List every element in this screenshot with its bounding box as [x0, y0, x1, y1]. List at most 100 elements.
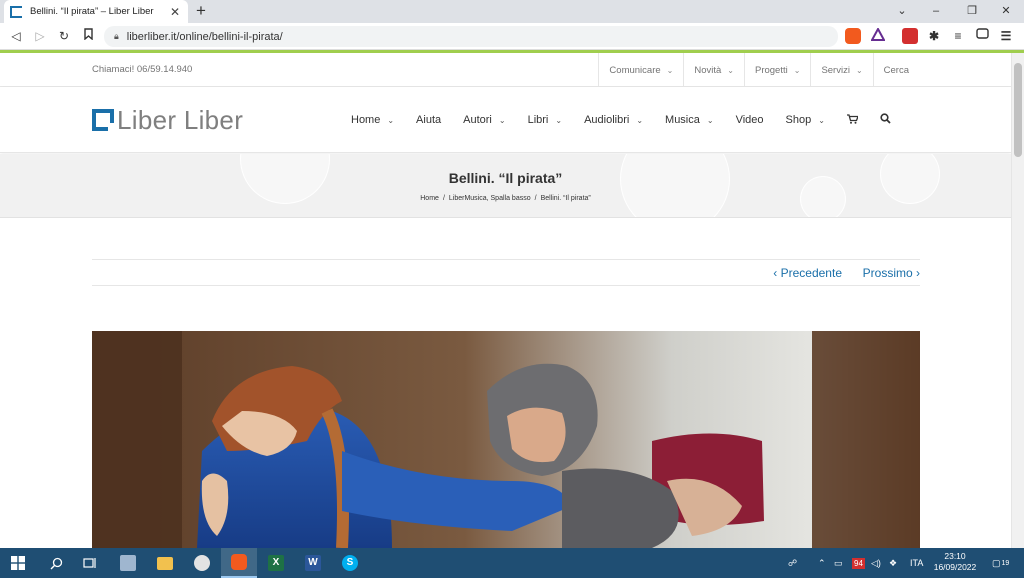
- chevron-down-icon: ⌄: [666, 65, 674, 75]
- browser-window: Bellini. “Il pirata” – Liber Liber ✕ + ⌄…: [0, 0, 1024, 578]
- scrollbar-thumb[interactable]: [1014, 63, 1022, 157]
- page-title: Bellini. “Il pirata”: [448, 170, 563, 186]
- nav-shop[interactable]: Shop ⌄: [775, 114, 836, 126]
- phone-contact: Chiamaci! 06/59.14.940: [92, 64, 193, 75]
- nav-autori[interactable]: Autori ⌄: [452, 114, 516, 126]
- tab-title: Bellini. “Il pirata” – Liber Liber: [30, 6, 154, 17]
- network-icon[interactable]: ▭: [834, 548, 843, 578]
- volume-icon[interactable]: ◁): [871, 548, 881, 578]
- top-link-novita[interactable]: Novità ⌄: [683, 53, 744, 87]
- wallet-icon[interactable]: [974, 28, 990, 44]
- reading-list-icon[interactable]: ≡: [950, 28, 966, 44]
- top-link-cerca[interactable]: Cerca: [872, 53, 919, 87]
- extensions-puzzle-icon[interactable]: ✱: [926, 28, 942, 44]
- tab-search-button[interactable]: ⌄: [886, 0, 918, 23]
- nav-label: Home: [351, 114, 381, 126]
- top-link-servizi[interactable]: Servizi ⌄: [810, 53, 872, 87]
- minimize-button[interactable]: –: [920, 0, 952, 23]
- top-link-progetti[interactable]: Progetti ⌄: [743, 53, 810, 87]
- tab-close-icon[interactable]: ✕: [168, 5, 182, 19]
- people-icon[interactable]: ☍: [788, 548, 797, 578]
- main-header: Liber Liber Home ⌄ Aiuta Autori ⌄ Libri ⌄ A…: [0, 87, 1011, 153]
- dropbox-icon[interactable]: ❖: [889, 548, 897, 578]
- excel-icon[interactable]: X: [258, 548, 294, 578]
- nav-label: Libri: [527, 114, 549, 126]
- windows-start-icon[interactable]: [0, 548, 36, 578]
- nav-video[interactable]: Video: [725, 114, 775, 126]
- back-icon[interactable]: ◁: [6, 27, 26, 46]
- nav-label: Video: [735, 114, 764, 126]
- chevron-down-icon: ⌄: [387, 115, 395, 125]
- breadcrumb-home[interactable]: Home: [420, 195, 439, 202]
- cart-icon[interactable]: [836, 113, 869, 127]
- maximize-button[interactable]: ❐: [956, 0, 988, 23]
- page-scrollbar[interactable]: [1011, 53, 1024, 548]
- nav-libri[interactable]: Libri ⌄: [517, 114, 574, 126]
- extension-icon[interactable]: [902, 28, 918, 44]
- page-title-bar: Bellini. “Il pirata” Home / LiberMusica, S…: [0, 154, 1011, 218]
- main-nav: Home ⌄ Aiuta Autori ⌄ Libri ⌄ Audiolibri ⌄ M…: [340, 87, 902, 153]
- logo-mark-icon: [92, 109, 114, 131]
- decorative-bubble: [620, 154, 730, 217]
- featured-image-painting: [92, 331, 920, 548]
- nav-musica[interactable]: Musica ⌄: [654, 114, 725, 126]
- nav-aiuta[interactable]: Aiuta: [405, 114, 452, 126]
- nav-label: Audiolibri: [584, 114, 630, 126]
- notifications-icon[interactable]: ▢ 19: [992, 548, 1009, 578]
- breadcrumb-separator: /: [534, 195, 537, 202]
- brave-browser-icon[interactable]: [221, 548, 257, 578]
- chevron-down-icon: ⌄: [855, 65, 863, 75]
- new-tab-button[interactable]: +: [192, 2, 210, 20]
- windows-taskbar: X W S ☍ ⌃ ▭ 94 ◁) ❖ ITA 23:10 16/09/2022…: [0, 548, 1024, 578]
- nav-label: Autori: [463, 114, 492, 126]
- nav-label: Shop: [785, 114, 812, 126]
- previous-post-link[interactable]: ‹ Precedente: [773, 266, 842, 280]
- top-link-label: Servizi: [821, 64, 850, 76]
- reload-icon[interactable]: ↻: [54, 27, 74, 46]
- prev-label: Precedente: [780, 266, 842, 280]
- secondary-menu: Comunicare ⌄ Novità ⌄ Progetti ⌄ Servizi ⌄ C…: [598, 53, 919, 87]
- task-view-icon[interactable]: [72, 548, 108, 578]
- next-post-link[interactable]: Prossimo ›: [863, 266, 920, 280]
- tab-strip: Bellini. “Il pirata” – Liber Liber ✕ + ⌄…: [0, 0, 1024, 23]
- close-window-button[interactable]: ✕: [990, 0, 1022, 23]
- menu-icon[interactable]: ☰: [998, 28, 1014, 44]
- top-link-label: Cerca: [883, 64, 909, 76]
- taskbar-clock[interactable]: 23:10 16/09/2022: [930, 551, 980, 573]
- browser-tab-active[interactable]: Bellini. “Il pirata” – Liber Liber ✕: [4, 0, 188, 23]
- breadcrumb-category[interactable]: LiberMusica, Spalla basso: [449, 195, 531, 202]
- address-bar[interactable]: 🔒︎ liberliber.it/online/bellini-il-pirat…: [104, 26, 838, 47]
- tray-overflow-icon[interactable]: ⌃: [818, 548, 826, 578]
- top-link-label: Novità: [694, 64, 722, 76]
- toolbar: ◁ ▷ ↻ 🔒︎ liberliber.it/online/bellini-il…: [0, 23, 1024, 50]
- chevron-down-icon: ⌄: [818, 115, 825, 125]
- brave-rewards-icon[interactable]: [870, 26, 886, 44]
- skype-icon[interactable]: S: [332, 548, 368, 578]
- lock-icon: 🔒︎: [114, 31, 119, 41]
- painting-illustration: [92, 331, 920, 548]
- search-icon[interactable]: [869, 113, 902, 127]
- input-language[interactable]: ITA: [910, 548, 923, 578]
- nav-audiolibri[interactable]: Audiolibri ⌄: [573, 114, 654, 126]
- chevron-down-icon: ⌄: [793, 65, 801, 75]
- logo-text: Liber Liber: [117, 105, 244, 135]
- breadcrumb-current: Bellini. “Il pirata”: [540, 195, 591, 202]
- tray-badge-icon[interactable]: 94: [852, 548, 865, 578]
- notification-count: 19: [1001, 559, 1010, 567]
- word-icon[interactable]: W: [295, 548, 331, 578]
- bookmark-icon[interactable]: [78, 27, 98, 46]
- forward-icon[interactable]: ▷: [30, 27, 50, 46]
- notepad-icon[interactable]: [110, 548, 146, 578]
- brave-shield-icon[interactable]: [845, 28, 861, 44]
- url-text: liberliber.it/online/bellini-il-pirata/: [126, 30, 283, 43]
- liberliber-favicon-icon: [10, 5, 22, 18]
- chevron-down-icon: ⌄: [555, 115, 563, 125]
- top-link-comunicare[interactable]: Comunicare ⌄: [598, 53, 683, 87]
- site-logo[interactable]: Liber Liber: [92, 107, 243, 133]
- file-explorer-icon[interactable]: [147, 548, 183, 578]
- clock-date: 16/09/2022: [933, 562, 977, 572]
- clock-time: 23:10: [944, 551, 966, 561]
- paint-app-icon[interactable]: [184, 548, 220, 578]
- nav-home[interactable]: Home ⌄: [340, 114, 405, 126]
- taskbar-search-icon[interactable]: [38, 548, 74, 578]
